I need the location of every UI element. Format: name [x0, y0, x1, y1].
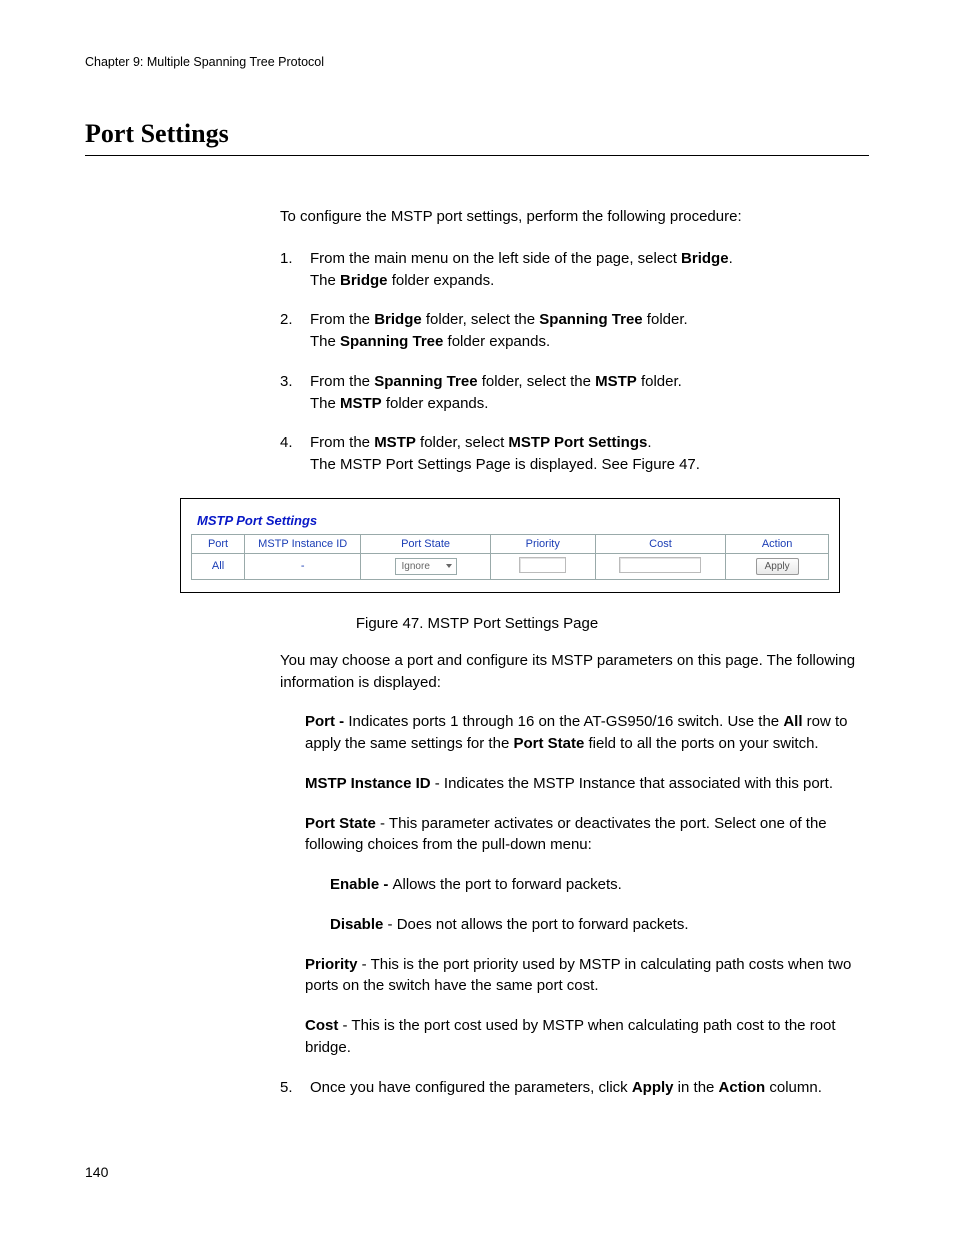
t: The — [310, 395, 340, 412]
t: Cost — [305, 1017, 338, 1034]
priority-input[interactable] — [519, 557, 566, 573]
t: folder. — [643, 311, 688, 328]
step-number: 3. — [280, 371, 310, 415]
t: - This is the port cost used by MSTP whe… — [305, 1017, 836, 1056]
step-content: From the main menu on the left side of t… — [310, 248, 869, 292]
t: Port - — [305, 713, 348, 730]
t: Priority — [305, 956, 358, 973]
t: From the main menu on the left side of t… — [310, 250, 681, 267]
col-state: Port State — [361, 534, 490, 553]
step-3: 3. From the Spanning Tree folder, select… — [280, 371, 869, 415]
t: folder. — [637, 373, 682, 390]
t: From the — [310, 373, 374, 390]
cell-action: Apply — [726, 553, 829, 579]
t: The — [310, 333, 340, 350]
step-content: From the Spanning Tree folder, select th… — [310, 371, 869, 415]
intro-paragraph: To configure the MSTP port settings, per… — [280, 206, 869, 228]
def-state: Port State - This parameter activates or… — [305, 813, 869, 857]
t: Spanning Tree — [539, 311, 642, 328]
t: Disable — [330, 916, 383, 933]
t: folder, select — [416, 434, 509, 451]
t: folder expands. — [443, 333, 550, 350]
cell-cost — [595, 553, 726, 579]
t: - This is the port priority used by MSTP… — [305, 956, 851, 995]
step-1: 1. From the main menu on the left side o… — [280, 248, 869, 292]
section-title: Port Settings — [85, 119, 869, 156]
table-header-row: Port MSTP Instance ID Port State Priorit… — [192, 534, 829, 553]
t: Once you have configured the parameters,… — [310, 1079, 632, 1096]
step-4: 4. From the MSTP folder, select MSTP Por… — [280, 432, 869, 476]
col-port: Port — [192, 534, 245, 553]
cell-state: Ignore — [361, 553, 490, 579]
step-number: 5. — [280, 1077, 310, 1099]
def-instance: MSTP Instance ID - Indicates the MSTP In… — [305, 773, 869, 795]
def-priority: Priority - This is the port priority use… — [305, 954, 869, 998]
t: Allows the port to forward packets. — [393, 876, 622, 893]
t: Spanning Tree — [374, 373, 477, 390]
apply-button[interactable]: Apply — [756, 558, 799, 575]
col-cost: Cost — [595, 534, 726, 553]
t: Indicates ports 1 through 16 on the AT-G… — [348, 713, 783, 730]
t: in the — [674, 1079, 719, 1096]
step-number: 2. — [280, 309, 310, 353]
table-row: All - Ignore Apply — [192, 553, 829, 579]
t: MSTP Instance ID — [305, 775, 431, 792]
figure-47: MSTP Port Settings Port MSTP Instance ID… — [180, 498, 840, 593]
paragraph: You may choose a port and configure its … — [280, 650, 869, 694]
t: Port State — [305, 815, 376, 832]
step-2: 2. From the Bridge folder, select the Sp… — [280, 309, 869, 353]
t: From the — [310, 311, 374, 328]
step-number: 1. — [280, 248, 310, 292]
t: From the — [310, 434, 374, 451]
t: Enable - — [330, 876, 393, 893]
t: Action — [719, 1079, 766, 1096]
cell-instance: - — [245, 553, 361, 579]
figure-panel-title: MSTP Port Settings — [197, 513, 829, 528]
t: All — [783, 713, 802, 730]
t: Apply — [632, 1079, 674, 1096]
t: MSTP — [374, 434, 416, 451]
step-5: 5. Once you have configured the paramete… — [280, 1077, 869, 1099]
t: Port State — [513, 735, 584, 752]
t: - Does not allows the port to forward pa… — [383, 916, 688, 933]
def-disable: Disable - Does not allows the port to fo… — [330, 914, 869, 936]
page-header: Chapter 9: Multiple Spanning Tree Protoc… — [85, 55, 869, 69]
cost-input[interactable] — [619, 557, 701, 573]
cell-port: All — [192, 553, 245, 579]
page-number: 140 — [85, 1164, 108, 1180]
step-number: 4. — [280, 432, 310, 476]
t: Bridge — [374, 311, 422, 328]
step-content: From the Bridge folder, select the Spann… — [310, 309, 869, 353]
t: folder, select the — [422, 311, 540, 328]
step-content: From the MSTP folder, select MSTP Port S… — [310, 432, 869, 476]
cell-priority — [490, 553, 595, 579]
t: - Indicates the MSTP Instance that assoc… — [431, 775, 833, 792]
t: MSTP — [595, 373, 637, 390]
t: . — [647, 434, 651, 451]
t: folder expands. — [388, 272, 495, 289]
def-port: Port - Indicates ports 1 through 16 on t… — [305, 711, 869, 755]
t: Bridge — [681, 250, 729, 267]
t: The — [310, 272, 340, 289]
t: field to all the ports on your switch. — [584, 735, 818, 752]
col-instance: MSTP Instance ID — [245, 534, 361, 553]
port-state-select[interactable]: Ignore — [395, 558, 457, 575]
mstp-port-settings-table: Port MSTP Instance ID Port State Priorit… — [191, 534, 829, 580]
col-priority: Priority — [490, 534, 595, 553]
t: Bridge — [340, 272, 388, 289]
t: - This parameter activates or deactivate… — [305, 815, 827, 854]
t: MSTP — [340, 395, 382, 412]
figure-caption: Figure 47. MSTP Port Settings Page — [85, 615, 869, 632]
t: folder expands. — [382, 395, 489, 412]
col-action: Action — [726, 534, 829, 553]
t: MSTP Port Settings — [508, 434, 647, 451]
t: folder, select the — [478, 373, 596, 390]
t: column. — [765, 1079, 822, 1096]
t: The MSTP Port Settings Page is displayed… — [310, 456, 700, 473]
def-cost: Cost - This is the port cost used by MST… — [305, 1015, 869, 1059]
def-enable: Enable - Allows the port to forward pack… — [330, 874, 869, 896]
t: Spanning Tree — [340, 333, 443, 350]
step-content: Once you have configured the parameters,… — [310, 1077, 869, 1099]
t: . — [729, 250, 733, 267]
